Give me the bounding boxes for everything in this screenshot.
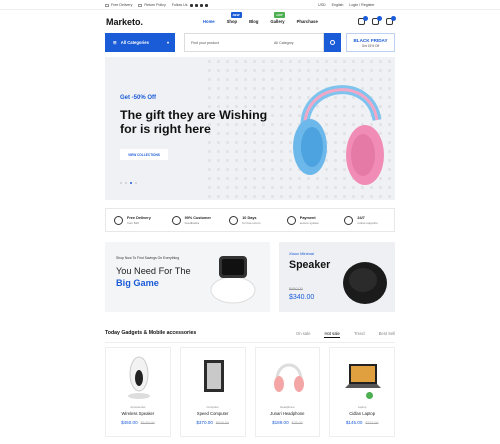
hero-title: The gift they are Wishing for is right h…: [120, 108, 268, 136]
tab-best-sell[interactable]: Best Sell: [379, 331, 396, 338]
pinterest-icon[interactable]: [199, 3, 203, 7]
tab-hot-sale[interactable]: Hot sale: [324, 331, 340, 338]
login-register-link[interactable]: Login / Register: [349, 3, 374, 7]
nav-pharchase[interactable]: Pharchase: [297, 19, 318, 24]
product-card[interactable]: Accessories Wireless Speaker $450.00 $6.5…: [105, 347, 171, 437]
all-categories-button[interactable]: ☰ All Categories ▾: [105, 33, 175, 52]
product-card[interactable]: Computer Xpeed Computer $370.00 $520.00: [179, 347, 246, 437]
header-icons: [358, 16, 396, 25]
hot-badge: HOT: [274, 12, 285, 18]
free-delivery-link[interactable]: Free Delivery: [105, 3, 132, 7]
view-collections-button[interactable]: VIEW COLLECTIONS: [120, 149, 168, 160]
search-button[interactable]: [324, 33, 341, 52]
category-select[interactable]: All Category: [271, 41, 294, 45]
payment-icon: [286, 215, 296, 225]
tab-on-sale[interactable]: On sale: [296, 331, 310, 338]
section-title: Today Gadgets & Mobile accessories: [105, 330, 197, 336]
truck-icon: [105, 3, 109, 7]
return-icon: [138, 3, 143, 7]
nav-gallery[interactable]: HOT Gallery: [270, 12, 285, 24]
search-icon: [330, 40, 335, 45]
nav-blog[interactable]: Blog: [249, 19, 258, 24]
search-box[interactable]: Find your product All Category: [184, 33, 324, 52]
feedback-icon: [171, 215, 181, 225]
facebook-icon[interactable]: [189, 3, 193, 7]
feature-item: Free Delivery from $19: [106, 209, 164, 231]
promo-banner-watch[interactable]: Shop Now To Find Savings On Everything Y…: [105, 242, 270, 312]
return-policy-link[interactable]: Return Policy: [138, 3, 166, 7]
search-row: ☰ All Categories ▾ Find your product All…: [105, 33, 395, 52]
feature-item: 24/7 online supports: [336, 209, 394, 231]
slider-dots[interactable]: [120, 182, 137, 184]
headphone-image: [293, 85, 384, 185]
computer-image: [203, 360, 224, 392]
headphone-product-image: [273, 363, 304, 392]
return-icon: [229, 215, 239, 225]
features-bar: Free Delivery from $19 99% Customer Feedba…: [105, 208, 395, 232]
wireless-speaker-image: [128, 356, 150, 399]
speaker-image: [343, 262, 387, 304]
menu-icon: ☰: [113, 40, 117, 45]
site-logo[interactable]: Marketo.: [106, 17, 143, 27]
divider: [105, 342, 395, 343]
nav-shop[interactable]: NEW Shop: [227, 12, 242, 24]
hero-offer: Get -50% Off: [120, 95, 157, 101]
feature-item: 10 Days for free return: [221, 209, 279, 231]
instagram-icon[interactable]: [204, 3, 208, 7]
tab-trend[interactable]: Trend: [354, 331, 365, 338]
social-icons[interactable]: [189, 3, 208, 7]
product-card[interactable]: Headphone Junari Headphone $189.00 $25.00: [254, 347, 321, 437]
new-badge: NEW: [230, 12, 242, 18]
currency-select[interactable]: USD: [318, 3, 326, 7]
cart-icon[interactable]: [386, 16, 396, 25]
promo-banner-speaker[interactable]: Xiaox Minimal Speaker $450.00 $340.00: [279, 242, 395, 312]
wishlist-icon[interactable]: [372, 16, 382, 25]
language-select[interactable]: English: [332, 3, 344, 7]
nav-home[interactable]: Home: [203, 19, 215, 24]
support-icon: [344, 215, 354, 225]
search-input[interactable]: Find your product: [191, 41, 219, 45]
user-icon[interactable]: [358, 16, 368, 25]
feature-item: 99% Customer Feedbacks: [164, 209, 222, 231]
laptop-image: [345, 364, 382, 388]
main-nav: Home NEW Shop Blog HOT Gallery Pharchase: [203, 12, 318, 24]
black-friday-promo[interactable]: BLACK FRIDAY Get 15% Off: [346, 33, 395, 52]
top-bar: Free Delivery Return Policy Follow Us US…: [0, 0, 500, 10]
product-grid: Accessories Wireless Speaker $450.00 $6.5…: [105, 347, 395, 437]
follow-us: Follow Us: [172, 3, 208, 7]
feature-item: Payment secure system: [279, 209, 337, 231]
product-tabs: On sale Hot sale Trend Best Sell: [296, 331, 395, 338]
product-card[interactable]: Laptop Cidlan Laptop $145.00 $222.00: [329, 347, 395, 437]
truck-icon: [114, 215, 123, 225]
chevron-down-icon: ▾: [166, 40, 169, 45]
twitter-icon[interactable]: [194, 3, 198, 7]
smartwatch-image: [210, 256, 256, 304]
main-header: Marketo. Home NEW Shop Blog HOT Gallery Ph…: [0, 10, 500, 35]
hero-slider: Get -50% Off The gift they are Wishing f…: [105, 57, 395, 200]
